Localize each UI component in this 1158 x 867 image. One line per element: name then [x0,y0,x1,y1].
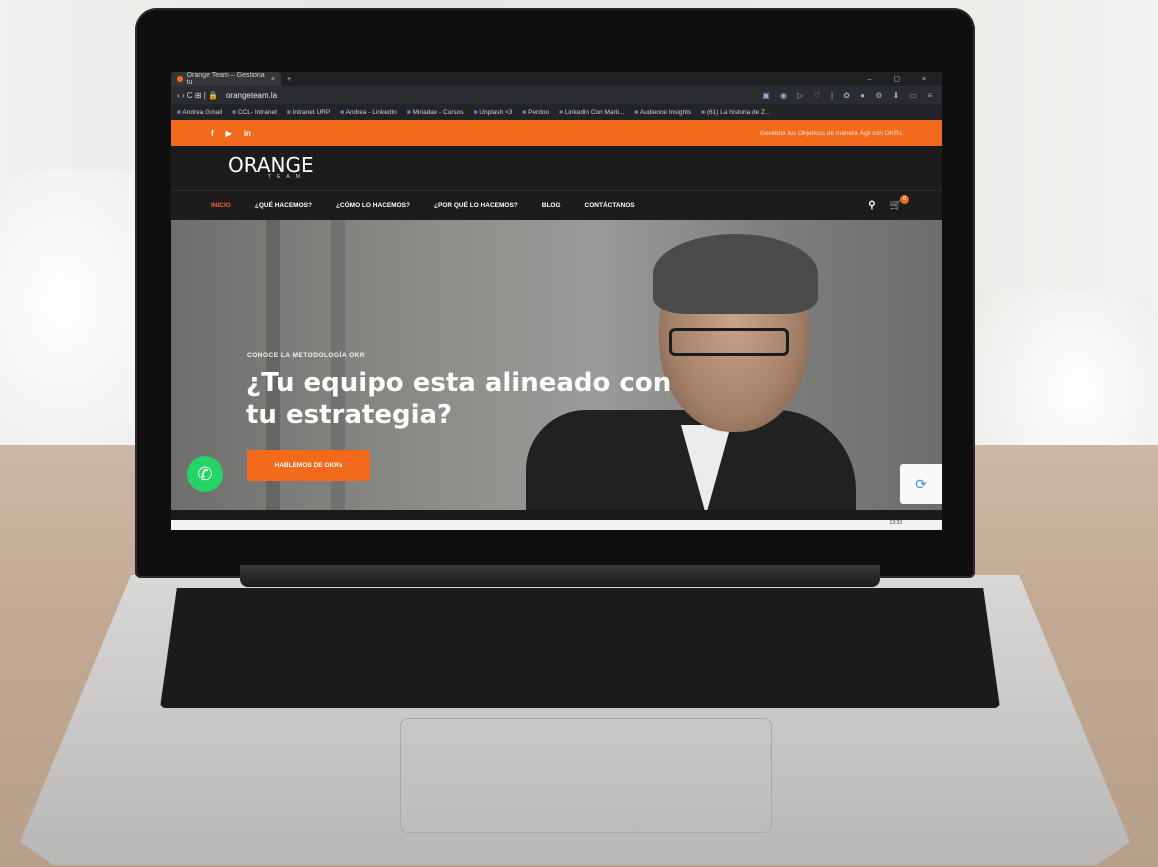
bookmark[interactable]: Andrea - LinkedIn [340,109,397,116]
new-tab-button[interactable]: + [287,76,291,83]
bookmark[interactable]: (61) La historia de Z... [701,109,771,116]
laptop-hinge [240,565,880,587]
hero-person-glasses [669,328,789,356]
hero-section: CONOCE LA METODOLOGÍA OKR ¿Tu equipo est… [171,220,942,510]
promo-text: Gestiona tus Objetivos de manera Ágil co… [759,129,902,137]
hero-headline: ¿Tu equipo esta alineado con tu estrateg… [246,368,672,430]
site-navbar: INICIO ¿QUÉ HACEMOS? ¿CÓMO LO HACEMOS? ¿… [171,190,942,220]
extension-icons[interactable]: ▣ ◉ ▷ ♡ | ✿ ● ⚙ ⬇ ▭ ≡ [762,91,936,100]
logo-subtitle: TEAM [268,174,306,180]
social-links: f ▶ in [211,129,251,138]
site-topbar: f ▶ in Gestiona tus Objetivos de manera … [171,120,942,146]
os-taskbar: 13:33 [171,520,942,530]
nav-item-contactanos[interactable]: CONTÁCTANOS [585,202,635,209]
bookmarks-bar: Andrea Gmail CCL- Intranet Intranet URP … [171,104,942,120]
hero-eyebrow: CONOCE LA METODOLOGÍA OKR [247,352,366,359]
hero-cta-button[interactable]: HABLEMOS DE OKRs [247,450,370,481]
cart-count-badge: 0 [900,195,909,204]
nav-item-por-que-lo-hacemos[interactable]: ¿POR QUÉ LO HACEMOS? [434,202,518,209]
nav-buttons[interactable]: ‹ › C ⊞ | 🔒 [177,91,218,100]
laptop-keyboard [160,588,1000,708]
laptop-screen: Orange Team – Gestiona tu × + – ▢ × ‹ › … [171,72,942,530]
bookmark[interactable]: Andrea Gmail [177,109,222,116]
cart-icon[interactable]: 🛒 0 [890,195,909,211]
laptop-trackpad [400,718,772,833]
browser-tabbar: Orange Team – Gestiona tu × + – ▢ × [171,72,942,86]
nav-actions: ⚲ 🛒 0 [868,195,909,211]
search-icon[interactable]: ⚲ [868,200,875,211]
youtube-icon[interactable]: ▶ [226,129,232,138]
whatsapp-icon[interactable]: ✆ [187,456,223,492]
nav-item-blog[interactable]: BLOG [542,202,561,209]
bookmark[interactable]: Perdoo [522,109,549,116]
bookmark[interactable]: Linkedin Con Marti... [559,109,625,116]
bookmark[interactable]: Intranet URP [287,109,331,116]
address-bar: ‹ › C ⊞ | 🔒 orangeteam.la ▣ ◉ ▷ ♡ | ✿ ● … [171,86,942,104]
nav-item-como-lo-hacemos[interactable]: ¿CÓMO LO HACEMOS? [336,202,410,209]
facebook-icon[interactable]: f [211,129,214,138]
favicon-icon [177,76,183,82]
recaptcha-icon: ⟳ [900,464,942,504]
taskbar-clock: 13:33 [889,520,902,526]
browser-tab[interactable]: Orange Team – Gestiona tu × [171,72,281,86]
nav-item-inicio[interactable]: INICIO [211,202,231,209]
site-logo[interactable]: ORANGE [228,155,942,175]
window-controls[interactable]: – ▢ × [868,75,942,83]
bookmark[interactable]: Unplash <3 [474,109,512,116]
tab-title: Orange Team – Gestiona tu [186,72,265,86]
linkedin-icon[interactable]: in [244,129,251,138]
nav-item-que-hacemos[interactable]: ¿QUÉ HACEMOS? [255,202,312,209]
url-field[interactable]: orangeteam.la [226,91,277,100]
bookmark[interactable]: Miriadax - Cursos [407,109,464,116]
close-tab-icon[interactable]: × [271,76,275,83]
site-brandbar: ORANGE TEAM [171,146,942,190]
bookmark[interactable]: CCL- Intranet [232,109,277,116]
bookmark[interactable]: Audience Insights [634,109,691,116]
hero-person-hair [653,234,818,314]
